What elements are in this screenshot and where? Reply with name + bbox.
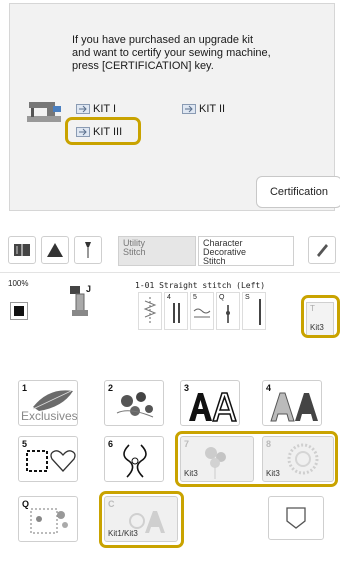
- stitch-tile[interactable]: 4: [164, 292, 188, 330]
- tab-character-line-3: Stitch: [203, 256, 226, 266]
- quilt-pattern-icon: [30, 508, 68, 534]
- kit-2-label: KIT II: [199, 103, 226, 115]
- stitch-selection-strip: 4 5 Q S: [132, 292, 302, 332]
- tab-utility-stitch[interactable]: Utility Stitch: [118, 236, 196, 266]
- stitch-title: 1-01 Straight stitch (Left): [135, 281, 266, 290]
- font-a-icon: [189, 392, 238, 422]
- book-icon-button[interactable]: [8, 236, 36, 264]
- stitch-tile[interactable]: S: [242, 292, 266, 330]
- zoom-level: 100%: [8, 279, 29, 288]
- pen-edit-button[interactable]: [308, 236, 336, 264]
- needle-button[interactable]: [74, 236, 102, 264]
- certification-panel: If you have purchased an upgrade kit and…: [9, 3, 340, 211]
- book-icon: [14, 244, 30, 256]
- stitch-tile-number: S: [245, 294, 250, 301]
- presser-foot-letter: J: [86, 284, 92, 294]
- flower-icon: [116, 392, 154, 418]
- needle-icon: [85, 242, 91, 258]
- stitch-toolbar-panel: Utility Stitch Character Decorative Stit…: [0, 228, 340, 340]
- category-1-exclusives[interactable]: 1 Exclusives: [18, 380, 78, 426]
- stitch-tile[interactable]: Q: [216, 292, 240, 330]
- pen-icon: [317, 244, 328, 257]
- presser-foot-indicator: J: [62, 284, 100, 318]
- category-2-floral[interactable]: 2: [104, 380, 164, 426]
- kit-1-label: KIT I: [93, 103, 117, 115]
- stitch-tile-number: 4: [167, 294, 171, 301]
- stitch-tile-number: 5: [193, 294, 197, 301]
- category-7-8-highlight: [175, 431, 338, 487]
- message-line-2: and want to certify your sewing machine,: [72, 47, 271, 59]
- exclusives-label: Exclusives: [21, 409, 78, 423]
- mirror-button[interactable]: [41, 236, 69, 264]
- message-line-3: press [CERTIFICATION] key.: [72, 60, 214, 72]
- kit3-tile-highlight: [301, 295, 340, 338]
- sewing-machine-icon: [27, 102, 61, 122]
- category-6-ornament[interactable]: 6: [104, 436, 164, 482]
- category-c-highlight: [99, 491, 184, 548]
- presser-foot-icon: [70, 286, 88, 316]
- certification-message: If you have purchased an upgrade kit and…: [72, 34, 332, 73]
- swirl-icon: [123, 444, 147, 478]
- pocket-button[interactable]: [268, 496, 324, 540]
- kit-2-option[interactable]: KIT II: [182, 103, 225, 115]
- kit-icon: [182, 104, 196, 114]
- thread-color-swatch: [14, 306, 24, 316]
- font-a-outline-icon: [270, 392, 318, 422]
- kit-3-highlight: [65, 117, 141, 145]
- frame-heart-icon: [26, 450, 76, 472]
- tab-utility-line-2: Stitch: [123, 247, 146, 257]
- triangle-icon: [47, 243, 63, 257]
- pattern-category-panel: 1 Exclusives 2 3 4 5 6 7 Kit3 8 Kit3 Q C…: [0, 380, 340, 561]
- pocket-icon: [286, 507, 306, 529]
- category-3-font[interactable]: 3: [180, 380, 240, 426]
- kit-1-option[interactable]: KIT I: [76, 103, 116, 115]
- certification-button[interactable]: Certification: [256, 176, 340, 208]
- tab-character-decorative[interactable]: Character Decorative Stitch: [198, 236, 294, 266]
- stitch-tile-number: Q: [219, 294, 225, 301]
- thread-color-button[interactable]: [10, 302, 28, 320]
- category-5-frames[interactable]: 5: [18, 436, 78, 482]
- category-q-quilt[interactable]: Q: [18, 496, 78, 542]
- message-line-1: If you have purchased an upgrade kit: [72, 34, 254, 46]
- zigzag-stitch-icon: [143, 297, 157, 325]
- stitch-tile[interactable]: [138, 292, 162, 330]
- stitch-tile[interactable]: 5: [190, 292, 214, 330]
- kit-icon: [76, 104, 90, 114]
- divider: [0, 272, 340, 273]
- category-4-font[interactable]: 4: [262, 380, 322, 426]
